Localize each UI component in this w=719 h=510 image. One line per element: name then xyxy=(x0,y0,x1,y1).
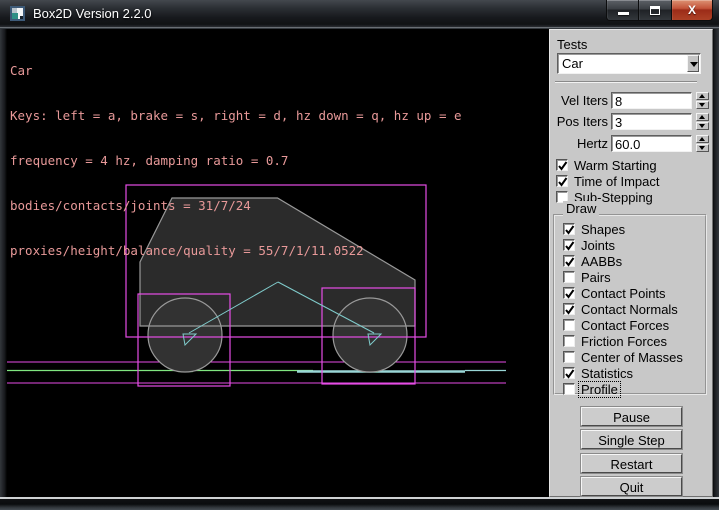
title-bar[interactable]: Box2D Version 2.2.0 X xyxy=(0,0,719,28)
checkmark-icon xyxy=(564,304,576,316)
pos-iters-label: Pos Iters xyxy=(550,114,608,129)
single-step-button[interactable]: Single Step xyxy=(581,430,682,449)
arrow-down-icon xyxy=(699,146,705,150)
quit-button[interactable]: Quit xyxy=(581,477,682,496)
proxies-stats-text: proxies/height/balance/quality = 55/7/1/… xyxy=(10,243,462,258)
window-controls: X xyxy=(606,0,713,21)
restart-button[interactable]: Restart xyxy=(581,454,682,473)
checkmark-icon xyxy=(564,256,576,268)
close-icon: X xyxy=(672,3,712,17)
app-icon xyxy=(10,6,25,21)
simulation-canvas[interactable]: Car Keys: left = a, brake = s, right = d… xyxy=(7,29,549,497)
arrow-down-icon xyxy=(699,103,705,107)
pause-button[interactable]: Pause xyxy=(581,407,682,426)
bodies-stats-text: bodies/contacts/joints = 31/7/24 xyxy=(10,198,462,213)
vel-iters-label: Vel Iters xyxy=(550,93,608,108)
hertz-stepper xyxy=(696,135,709,152)
frequency-text: frequency = 4 hz, damping ratio = 0.7 xyxy=(10,153,462,168)
maximize-button[interactable] xyxy=(639,0,671,21)
maximize-icon xyxy=(650,6,660,15)
separator xyxy=(555,81,697,83)
hertz-row: Hertz 60.0 xyxy=(550,135,714,152)
control-panel: Tests Car Vel Iters 8 Pos Iters 3 xyxy=(549,29,713,497)
spin-down-button[interactable] xyxy=(696,144,709,152)
close-button[interactable]: X xyxy=(671,0,713,21)
keys-help-text: Keys: left = a, brake = s, right = d, hz… xyxy=(10,108,462,123)
arrow-up-icon xyxy=(699,137,705,141)
spin-up-button[interactable] xyxy=(696,92,709,100)
debug-stats-text: Car Keys: left = a, brake = s, right = d… xyxy=(10,33,462,288)
window-border-left xyxy=(0,29,7,497)
car-wheel-right xyxy=(333,298,407,372)
spin-up-button[interactable] xyxy=(696,135,709,143)
checkmark-icon xyxy=(564,240,576,252)
minimize-button[interactable] xyxy=(606,0,639,21)
pos-iters-row: Pos Iters 3 xyxy=(550,113,714,130)
arrow-down-icon xyxy=(699,124,705,128)
arrow-up-icon xyxy=(699,94,705,98)
hertz-label: Hertz xyxy=(550,136,608,151)
minimize-icon xyxy=(618,12,629,15)
pos-iters-input[interactable]: 3 xyxy=(611,113,692,130)
tests-label: Tests xyxy=(557,37,587,52)
checkmark-icon xyxy=(557,176,569,188)
window-title: Box2D Version 2.2.0 xyxy=(33,6,152,21)
vel-iters-row: Vel Iters 8 xyxy=(550,92,714,109)
chevron-down-icon xyxy=(690,62,698,67)
app-window: Box2D Version 2.2.0 X xyxy=(0,0,719,510)
draw-group-title: Draw xyxy=(563,201,599,216)
car-wheel-left xyxy=(148,298,222,372)
checkmark-icon xyxy=(564,224,576,236)
spin-down-button[interactable] xyxy=(696,101,709,109)
vel-iters-stepper xyxy=(696,92,709,109)
test-select-dropdown-button[interactable] xyxy=(687,55,699,72)
test-select-value: Car xyxy=(562,56,583,71)
vel-iters-input[interactable]: 8 xyxy=(611,92,692,109)
window-border-bottom xyxy=(0,497,719,510)
test-select[interactable]: Car xyxy=(557,53,701,74)
checkmark-icon xyxy=(564,288,576,300)
test-name-text: Car xyxy=(10,63,462,78)
checkmark-icon xyxy=(564,368,576,380)
checkmark-icon xyxy=(557,160,569,172)
arrow-up-icon xyxy=(699,115,705,119)
spin-up-button[interactable] xyxy=(696,113,709,121)
hertz-input[interactable]: 60.0 xyxy=(611,135,692,152)
spin-down-button[interactable] xyxy=(696,122,709,130)
pos-iters-stepper xyxy=(696,113,709,130)
